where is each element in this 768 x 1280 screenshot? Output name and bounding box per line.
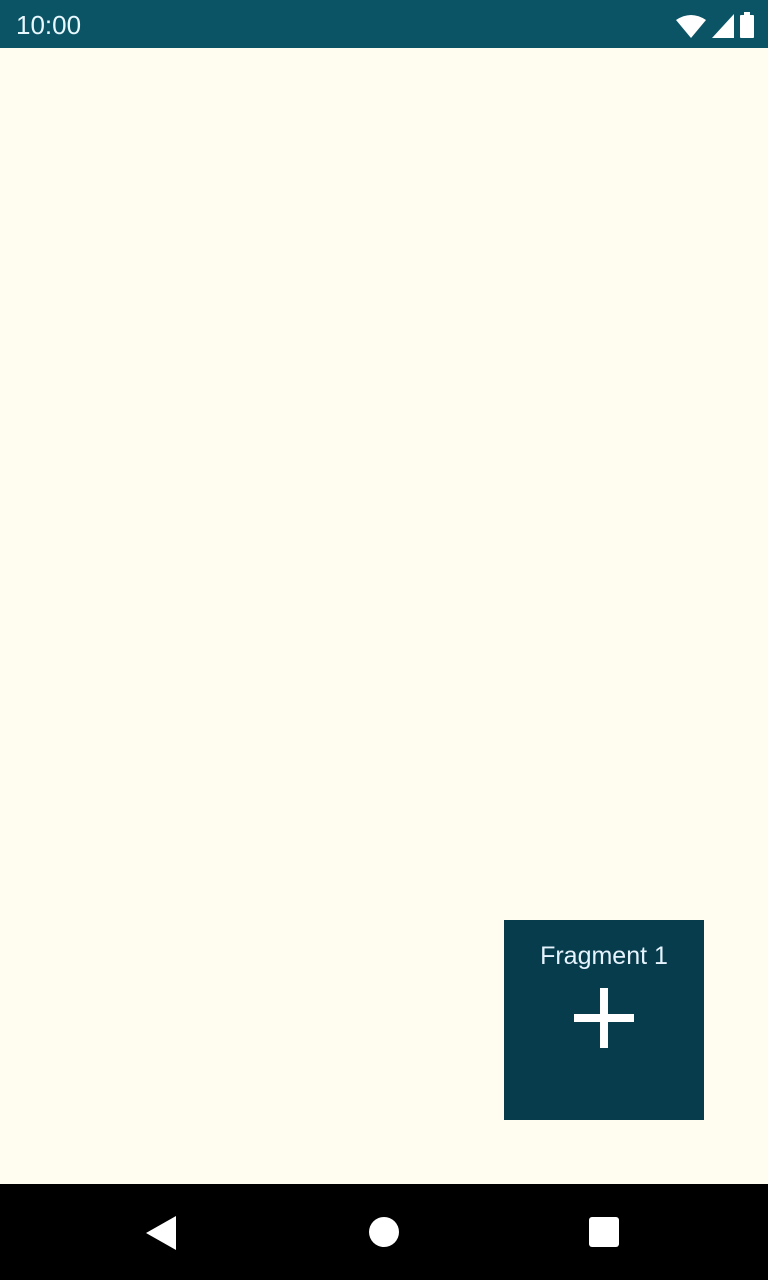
- back-icon[interactable]: [146, 1216, 176, 1255]
- wifi-icon: [676, 15, 706, 38]
- fragment-card: Fragment 1: [504, 920, 704, 1120]
- status-time: 10:00: [16, 10, 82, 40]
- recents-icon[interactable]: [589, 1217, 619, 1252]
- navigation-bar: [0, 1184, 768, 1280]
- fragment-label: Fragment 1: [540, 942, 668, 970]
- plus-icon[interactable]: [574, 988, 634, 1048]
- battery-icon: [740, 12, 754, 38]
- status-bar: 10:00: [0, 0, 768, 48]
- cellular-signal-icon: [712, 14, 734, 38]
- home-icon[interactable]: [368, 1216, 400, 1253]
